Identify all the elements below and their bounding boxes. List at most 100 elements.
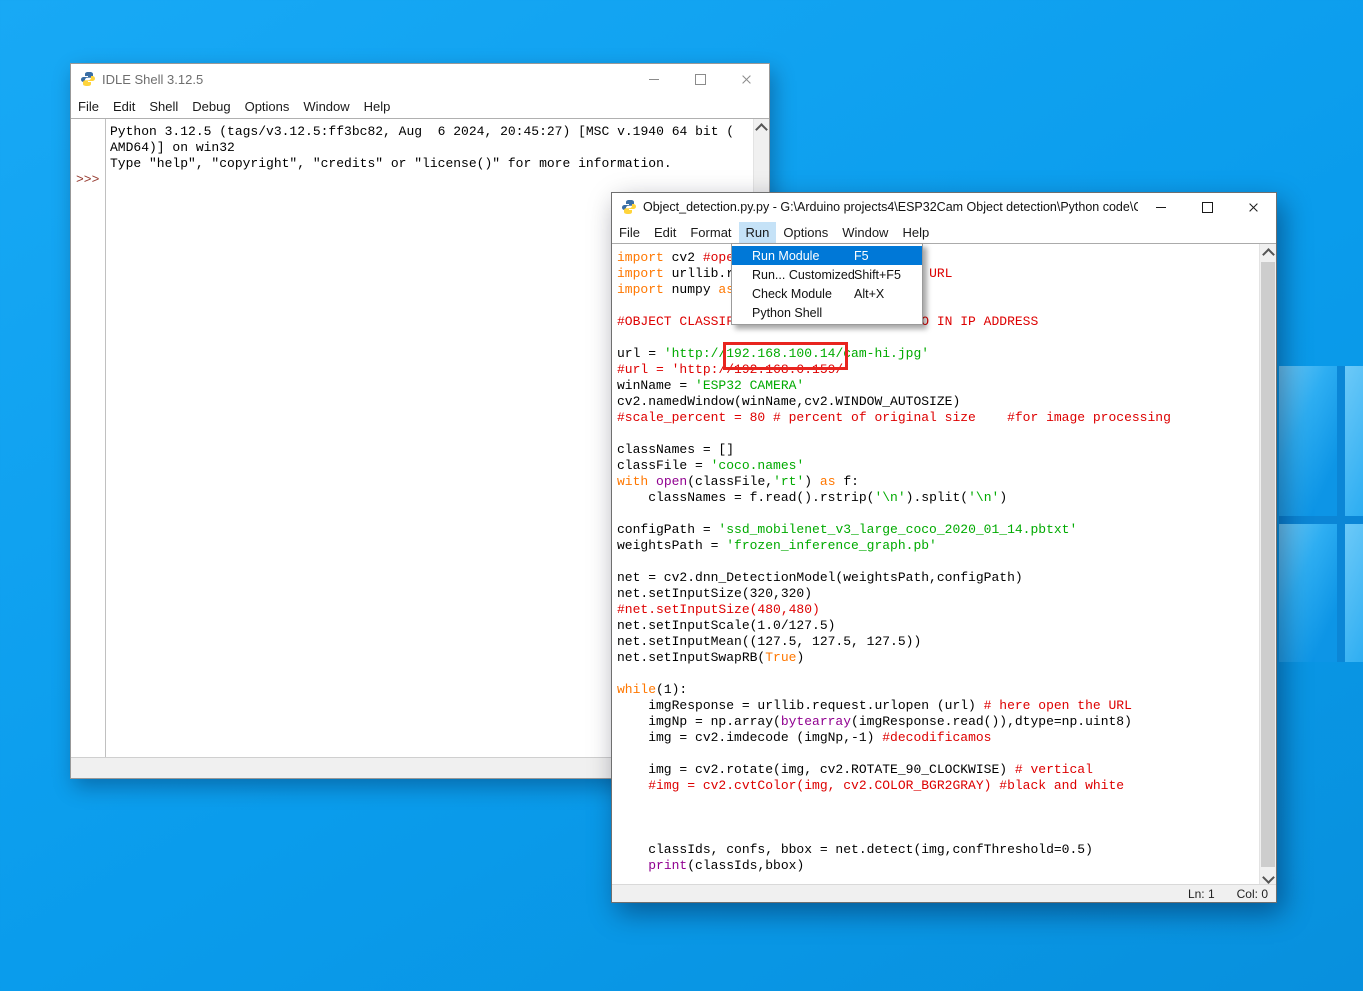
code-line: weightsPath = 'frozen_inference_graph.pb… — [617, 538, 1260, 554]
code-line — [617, 826, 1260, 842]
menu-item-shortcut: Alt+X — [854, 287, 922, 301]
code-line — [617, 666, 1260, 682]
code-line: #img = cv2.cvtColor(img, cv2.COLOR_BGR2G… — [617, 778, 1260, 794]
menu-item-label: Run Module — [752, 249, 854, 263]
code-line: winName = 'ESP32 CAMERA' — [617, 378, 1260, 394]
menu-run[interactable]: Run — [739, 222, 777, 243]
code-line — [617, 746, 1260, 762]
menu-file[interactable]: File — [71, 96, 106, 117]
scroll-up-icon — [1262, 248, 1275, 261]
editor-statusbar: Ln: 1 Col: 0 — [612, 884, 1276, 902]
code-line: net.setInputScale(1.0/127.5) — [617, 618, 1260, 634]
menu-help[interactable]: Help — [895, 222, 936, 243]
menu-window[interactable]: Window — [835, 222, 895, 243]
scroll-down-button[interactable] — [1260, 868, 1276, 885]
code-line: #OBJECT CLASSIFICATION PROGRAM FOR VIDEO… — [617, 314, 1260, 330]
windows-logo-pane — [1345, 366, 1363, 516]
code-line — [617, 794, 1260, 810]
minimize-icon — [1156, 207, 1166, 208]
code-line: classNames = [] — [617, 442, 1260, 458]
code-line: classFile = 'coco.names' — [617, 458, 1260, 474]
minimize-button[interactable] — [631, 64, 677, 94]
scroll-up-icon — [755, 123, 768, 136]
close-button[interactable] — [1230, 193, 1276, 221]
maximize-icon — [1202, 202, 1213, 213]
close-button[interactable] — [723, 64, 769, 94]
code-line — [617, 330, 1260, 346]
editor-caption-buttons — [1138, 193, 1276, 221]
windows-logo-pane — [1345, 524, 1363, 662]
shell-prompt-gutter: >>> — [71, 119, 106, 758]
menu-item-label: Run... Customized — [752, 268, 854, 282]
editor-window: Object_detection.py.py - G:\Arduino proj… — [611, 192, 1277, 903]
menu-format[interactable]: Format — [683, 222, 738, 243]
windows-logo-pane — [1279, 366, 1337, 516]
shell-titlebar[interactable]: IDLE Shell 3.12.5 — [71, 64, 769, 94]
desktop: { "desktop": { "background_color": "#0a9… — [0, 0, 1363, 991]
code-line — [617, 298, 1260, 314]
menu-item-label: Check Module — [752, 287, 854, 301]
shell-menubar: FileEditShellDebugOptionsWindowHelp — [71, 94, 769, 118]
code-line — [617, 810, 1260, 826]
python-idle-icon — [80, 71, 96, 87]
code-line: net.setInputSize(320,320) — [617, 586, 1260, 602]
windows-logo — [1279, 366, 1363, 662]
editor-menubar: FileEditFormatRunOptionsWindowHelp — [612, 221, 1276, 243]
run-dropdown-menu: Run ModuleF5Run... CustomizedShift+F5Che… — [731, 243, 923, 325]
shell-prompt: >>> — [71, 172, 105, 188]
menu-shell[interactable]: Shell — [142, 96, 185, 117]
menu-item-shortcut: Shift+F5 — [854, 268, 922, 282]
python-idle-icon — [621, 199, 637, 215]
code-line: url = 'http://192.168.100.14/cam-hi.jpg' — [617, 346, 1260, 362]
code-editor-area[interactable]: import cv2 #opencv libraryimport urllib.… — [612, 244, 1260, 885]
shell-output-line: Type "help", "copyright", "credits" or "… — [110, 156, 754, 172]
menu-options[interactable]: Options — [776, 222, 835, 243]
code-line: net.setInputMean((127.5, 127.5, 127.5)) — [617, 634, 1260, 650]
maximize-icon — [695, 74, 706, 85]
run-menu-item-python-shell[interactable]: Python Shell — [732, 303, 922, 322]
code-line: classIds, confs, bbox = net.detect(img,c… — [617, 842, 1260, 858]
status-col-indicator: Col: 0 — [1237, 887, 1268, 901]
code-line: print(classIds,bbox) — [617, 858, 1260, 874]
editor-vertical-scrollbar[interactable] — [1259, 244, 1276, 885]
run-menu-item-run-module[interactable]: Run ModuleF5 — [732, 246, 922, 265]
code-line — [617, 554, 1260, 570]
menu-edit[interactable]: Edit — [647, 222, 683, 243]
shell-window-title: IDLE Shell 3.12.5 — [102, 72, 631, 87]
shell-output-line: Python 3.12.5 (tags/v3.12.5:ff3bc82, Aug… — [110, 124, 754, 140]
code-line: net = cv2.dnn_DetectionModel(weightsPath… — [617, 570, 1260, 586]
status-line-indicator: Ln: 1 — [1188, 887, 1215, 901]
code-line: #url = 'http://192.168.0.159/' — [617, 362, 1260, 378]
code-line: configPath = 'ssd_mobilenet_v3_large_coc… — [617, 522, 1260, 538]
code-line: while(1): — [617, 682, 1260, 698]
code-line: img = cv2.imdecode (imgNp,-1) #decodific… — [617, 730, 1260, 746]
menu-item-shortcut: F5 — [854, 249, 922, 263]
code-line: #scale_percent = 80 # percent of origina… — [617, 410, 1260, 426]
scrollbar-thumb[interactable] — [1261, 262, 1275, 867]
annotation-red-box — [723, 342, 848, 370]
menu-item-label: Python Shell — [752, 306, 854, 320]
code-line: img = cv2.rotate(img, cv2.ROTATE_90_CLOC… — [617, 762, 1260, 778]
maximize-button[interactable] — [677, 64, 723, 94]
maximize-button[interactable] — [1184, 193, 1230, 221]
code-line: with open(classFile,'rt') as f: — [617, 474, 1260, 490]
minimize-button[interactable] — [1138, 193, 1184, 221]
menu-file[interactable]: File — [612, 222, 647, 243]
code-line: imgResponse = urllib.request.urlopen (ur… — [617, 698, 1260, 714]
close-icon — [1248, 202, 1259, 213]
menu-edit[interactable]: Edit — [106, 96, 142, 117]
run-menu-item-run-customized[interactable]: Run... CustomizedShift+F5 — [732, 265, 922, 284]
editor-text-frame: import cv2 #opencv libraryimport urllib.… — [612, 243, 1276, 885]
code-line: classNames = f.read().rstrip('\n').split… — [617, 490, 1260, 506]
code-line: imgNp = np.array(bytearray(imgResponse.r… — [617, 714, 1260, 730]
run-menu-item-check-module[interactable]: Check ModuleAlt+X — [732, 284, 922, 303]
menu-debug[interactable]: Debug — [185, 96, 237, 117]
windows-logo-pane — [1279, 524, 1337, 662]
menu-options[interactable]: Options — [238, 96, 297, 117]
editor-window-title: Object_detection.py.py - G:\Arduino proj… — [643, 200, 1138, 214]
shell-caption-buttons — [631, 64, 769, 94]
shell-output-line: AMD64)] on win32 — [110, 140, 754, 156]
menu-help[interactable]: Help — [357, 96, 398, 117]
menu-window[interactable]: Window — [296, 96, 356, 117]
editor-titlebar[interactable]: Object_detection.py.py - G:\Arduino proj… — [612, 193, 1276, 221]
